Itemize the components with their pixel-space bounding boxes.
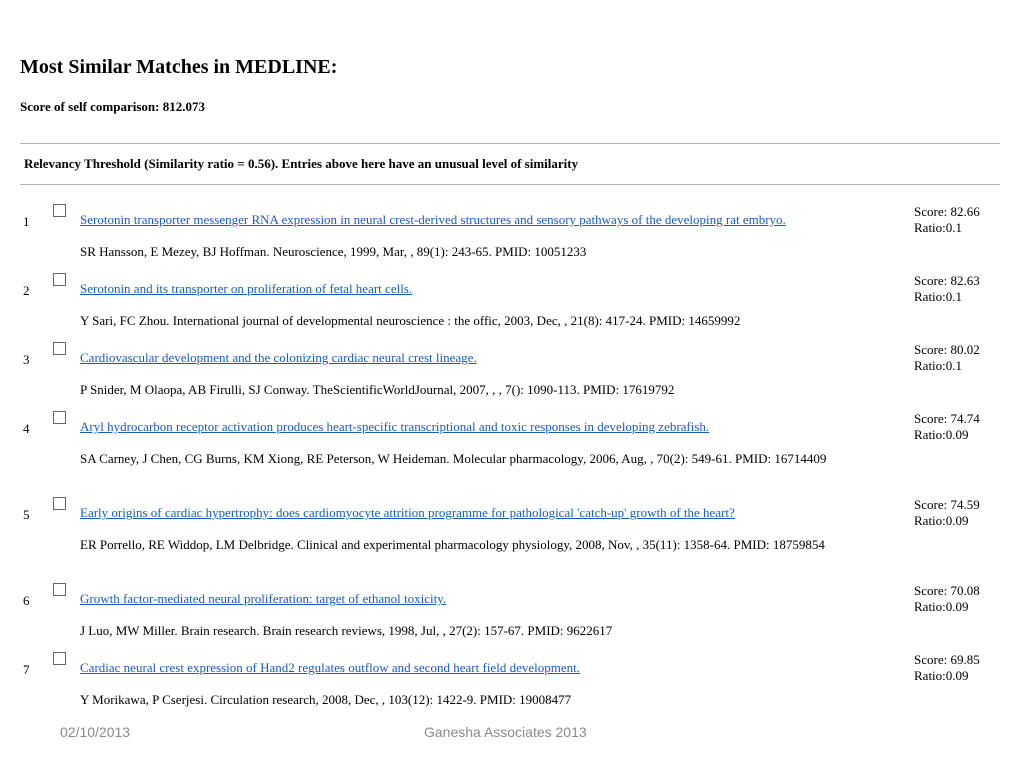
ratio-value: Ratio:0.09 bbox=[914, 427, 969, 442]
result-number: 4 bbox=[23, 421, 30, 436]
ratio-value: Ratio:0.1 bbox=[914, 289, 963, 304]
citation: SR Hansson, E Mezey, BJ Hoffman. Neurosc… bbox=[80, 244, 587, 259]
score-value: Score: 70.08 bbox=[914, 583, 980, 598]
score-block: Score: 80.02 Ratio:0.1 bbox=[914, 342, 1014, 374]
result-number: 5 bbox=[23, 507, 30, 522]
score-value: Score: 74.59 bbox=[914, 497, 980, 512]
score-block: Score: 74.59 Ratio:0.09 bbox=[914, 497, 1014, 529]
citation: SA Carney, J Chen, CG Burns, KM Xiong, R… bbox=[80, 451, 827, 466]
ratio-value: Ratio:0.09 bbox=[914, 513, 969, 528]
result-number: 2 bbox=[23, 283, 30, 298]
article-title-link[interactable]: Growth factor-mediated neural proliferat… bbox=[80, 591, 446, 607]
ratio-value: Ratio:0.09 bbox=[914, 668, 969, 683]
article-title-link[interactable]: Cardiovascular development and the colon… bbox=[80, 350, 477, 366]
divider bbox=[20, 143, 1000, 144]
citation: P Snider, M Olaopa, AB Firulli, SJ Conwa… bbox=[80, 382, 675, 397]
score-value: Score: 80.02 bbox=[914, 342, 980, 357]
article-title-link[interactable]: Serotonin transporter messenger RNA expr… bbox=[80, 212, 786, 228]
score-block: Score: 70.08 Ratio:0.09 bbox=[914, 583, 1014, 615]
footer-date: 02/10/2013 bbox=[60, 724, 131, 740]
ratio-value: Ratio:0.09 bbox=[914, 599, 969, 614]
score-value: Score: 82.66 bbox=[914, 204, 980, 219]
article-title-link[interactable]: Aryl hydrocarbon receptor activation pro… bbox=[80, 419, 709, 435]
result-number: 1 bbox=[23, 214, 30, 229]
footer-organization: Ganesha Associates 2013 bbox=[424, 724, 587, 740]
select-checkbox[interactable] bbox=[53, 497, 66, 510]
select-checkbox[interactable] bbox=[53, 652, 66, 665]
select-checkbox[interactable] bbox=[53, 342, 66, 355]
result-number: 3 bbox=[23, 352, 30, 367]
select-checkbox[interactable] bbox=[53, 583, 66, 596]
article-title-link[interactable]: Cardiac neural crest expression of Hand2… bbox=[80, 660, 580, 676]
score-value: Score: 74.74 bbox=[914, 411, 980, 426]
self-comparison-score: Score of self comparison: 812.073 bbox=[20, 99, 205, 114]
score-value: Score: 82.63 bbox=[914, 273, 980, 288]
citation: ER Porrello, RE Widdop, LM Delbridge. Cl… bbox=[80, 537, 825, 552]
ratio-value: Ratio:0.1 bbox=[914, 220, 963, 235]
score-block: Score: 74.74 Ratio:0.09 bbox=[914, 411, 1014, 443]
score-block: Score: 82.66 Ratio:0.1 bbox=[914, 204, 1014, 236]
score-block: Score: 69.85 Ratio:0.09 bbox=[914, 652, 1014, 684]
citation: Y Morikawa, P Cserjesi. Circulation rese… bbox=[80, 692, 572, 707]
select-checkbox[interactable] bbox=[53, 411, 66, 424]
divider bbox=[20, 184, 1000, 185]
ratio-value: Ratio:0.1 bbox=[914, 358, 963, 373]
score-block: Score: 82.63 Ratio:0.1 bbox=[914, 273, 1014, 305]
article-title-link[interactable]: Early origins of cardiac hypertrophy: do… bbox=[80, 505, 735, 521]
select-checkbox[interactable] bbox=[53, 273, 66, 286]
score-value: Score: 69.85 bbox=[914, 652, 980, 667]
article-title-link[interactable]: Serotonin and its transporter on prolife… bbox=[80, 281, 412, 297]
citation: J Luo, MW Miller. Brain research. Brain … bbox=[80, 623, 613, 638]
page-title: Most Similar Matches in MEDLINE: bbox=[20, 56, 338, 78]
result-number: 6 bbox=[23, 593, 30, 608]
select-checkbox[interactable] bbox=[53, 204, 66, 217]
result-number: 7 bbox=[23, 662, 30, 677]
citation: Y Sari, FC Zhou. International journal o… bbox=[80, 313, 741, 328]
relevancy-threshold-note: Relevancy Threshold (Similarity ratio = … bbox=[24, 156, 579, 171]
